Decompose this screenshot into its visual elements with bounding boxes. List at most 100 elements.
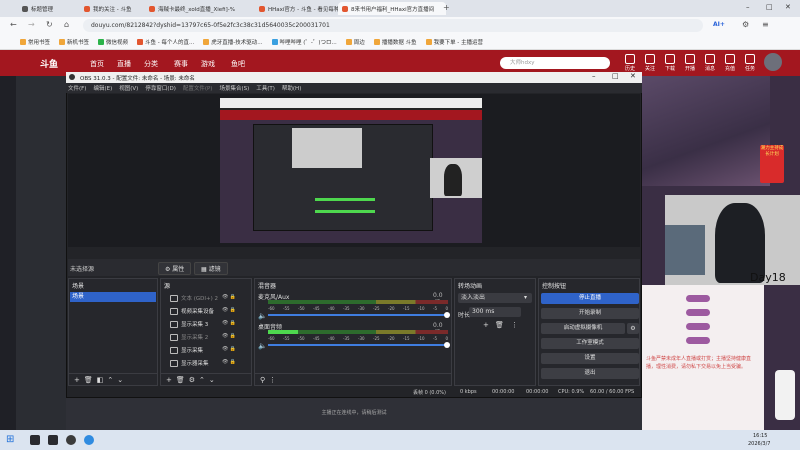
- recharge-icon[interactable]: 充值: [722, 54, 738, 72]
- nav-home[interactable]: 首页: [90, 59, 104, 69]
- transition-select[interactable]: 淡入淡出 ▾: [458, 293, 532, 303]
- task-icon[interactable]: 任务: [742, 54, 758, 72]
- menu-docks[interactable]: 停靠窗口(D): [145, 84, 176, 92]
- source-item[interactable]: 显示采集 3: [170, 318, 250, 330]
- add-icon[interactable]: +: [166, 376, 172, 384]
- ai-button[interactable]: AI+: [713, 21, 725, 28]
- obs-app-icon[interactable]: [66, 435, 76, 445]
- minimize-icon[interactable]: –: [746, 3, 750, 11]
- exit-button[interactable]: 退出: [541, 368, 639, 379]
- start-virtual-camera-button[interactable]: 启动虚拟摄像机: [541, 323, 625, 334]
- follow-icon[interactable]: 关注: [642, 54, 658, 72]
- bookmark-item[interactable]: 播播数据 斗鱼: [373, 38, 417, 46]
- add-icon[interactable]: +: [483, 321, 489, 329]
- reload-icon[interactable]: ↻: [46, 20, 53, 29]
- extensions-icon[interactable]: ⚙: [742, 20, 749, 29]
- app-icon[interactable]: [48, 435, 58, 445]
- chevron-down-icon[interactable]: ⌄: [117, 376, 123, 384]
- settings-button[interactable]: 设置: [541, 353, 639, 364]
- home-icon[interactable]: ⌂: [64, 20, 69, 29]
- nav-games[interactable]: 游戏: [201, 59, 215, 69]
- visibility-lock-icon[interactable]: 👁 🔒: [222, 359, 236, 365]
- filter-icon[interactable]: ◧: [97, 376, 104, 384]
- douyu-search-input[interactable]: 大师hdxy: [500, 57, 610, 69]
- visibility-lock-icon[interactable]: 👁 🔒: [222, 346, 236, 352]
- forward-icon[interactable]: →: [28, 20, 35, 29]
- trash-icon[interactable]: 🗑: [176, 376, 185, 384]
- browser-tab[interactable]: 标题管理: [18, 2, 74, 15]
- browser-tab-active[interactable]: 8来书用户福利_HHaxi官方直播间: [338, 2, 446, 15]
- desktop-volume-handle[interactable]: [444, 342, 450, 348]
- bookmark-item[interactable]: 周边: [345, 38, 365, 46]
- menu-edit[interactable]: 编辑(E): [93, 84, 112, 92]
- obs-close-icon[interactable]: ✕: [630, 72, 636, 80]
- douyu-logo[interactable]: 斗鱼: [40, 57, 58, 70]
- chevron-down-icon[interactable]: ⌄: [209, 376, 215, 384]
- trash-icon[interactable]: 🗑: [84, 376, 93, 384]
- stop-streaming-button[interactable]: 停止直播: [541, 293, 639, 304]
- source-item[interactable]: 显示采集: [170, 344, 250, 356]
- browser-tab[interactable]: 我的关注 - 斗鱼: [80, 2, 143, 15]
- back-icon[interactable]: ←: [10, 20, 17, 29]
- filters-button[interactable]: ▦ 滤镜: [194, 262, 228, 275]
- address-bar[interactable]: douyu.com/8212842?dyshid=13797c65-0f5e2f…: [83, 19, 703, 32]
- avatar[interactable]: [764, 53, 782, 71]
- duration-input[interactable]: 300 ms: [469, 307, 521, 317]
- source-item[interactable]: 视频采集设备: [170, 305, 250, 317]
- menu-view[interactable]: 视图(V): [119, 84, 138, 92]
- floating-toolbar[interactable]: [775, 370, 795, 420]
- speaker-icon[interactable]: 🔈: [258, 312, 267, 320]
- bookmark-item[interactable]: 哔哩哔哩 (゜-゜)つロ...: [271, 38, 337, 46]
- menu-tools[interactable]: 工具(T): [256, 84, 275, 92]
- properties-button[interactable]: ⚙ 属性: [158, 262, 192, 275]
- close-icon[interactable]: ✕: [785, 3, 791, 11]
- start-recording-button[interactable]: 开始录制: [541, 308, 639, 319]
- message-icon[interactable]: 消息: [702, 54, 718, 72]
- bookmark-item[interactable]: 虎牙直播-技术驱动...: [203, 38, 263, 46]
- more-icon[interactable]: ⋮: [269, 376, 276, 384]
- visibility-lock-icon[interactable]: 👁 🔒: [222, 333, 236, 339]
- maximize-icon[interactable]: □: [766, 3, 773, 11]
- source-item[interactable]: 文本 (GDI+) 2: [170, 292, 250, 304]
- browser-app-icon[interactable]: [84, 435, 94, 445]
- obs-maximize-icon[interactable]: □: [612, 72, 619, 80]
- source-item[interactable]: 显示器采集: [170, 357, 250, 369]
- browser-tab[interactable]: HHaxi官方 - 斗鱼 - 看见每种热爱: [255, 2, 345, 15]
- visibility-lock-icon[interactable]: 👁 🔒: [222, 320, 236, 326]
- download-icon[interactable]: 下载: [662, 54, 678, 72]
- visibility-lock-icon[interactable]: 👁 🔒: [222, 307, 236, 313]
- mic-volume-slider[interactable]: [268, 314, 448, 316]
- nav-live[interactable]: 直播: [117, 59, 131, 69]
- bookmark-item[interactable]: 常用书签: [20, 38, 50, 46]
- mic-volume-handle[interactable]: [444, 312, 450, 318]
- scene-item[interactable]: 场景: [70, 292, 156, 302]
- trash-icon[interactable]: 🗑: [495, 321, 504, 329]
- add-icon[interactable]: +: [74, 376, 80, 384]
- nav-events[interactable]: 赛事: [174, 59, 188, 69]
- menu-scene-collection[interactable]: 场景集合(S): [219, 84, 249, 92]
- menu-profile[interactable]: 配置文件(P): [183, 84, 213, 92]
- windows-start-icon[interactable]: ⊞: [6, 434, 14, 445]
- broadcast-icon[interactable]: 开播: [682, 54, 698, 72]
- bookmark-item[interactable]: 新机书签: [59, 38, 89, 46]
- speaker-icon[interactable]: 🔈: [258, 342, 267, 350]
- desktop-volume-slider[interactable]: [268, 344, 448, 346]
- more-icon[interactable]: ⋮: [511, 321, 518, 329]
- menu-file[interactable]: 文件(F): [68, 84, 86, 92]
- virtual-camera-settings-icon[interactable]: ⚙: [627, 323, 639, 334]
- promo-badge[interactable]: 潮力主持成长计划: [760, 145, 784, 183]
- bookmark-item[interactable]: 斗鱼 - 每个人的直...: [137, 38, 194, 46]
- nav-fishbar[interactable]: 鱼吧: [231, 59, 245, 69]
- obs-minimize-icon[interactable]: –: [592, 72, 596, 80]
- menu-icon[interactable]: ≡: [762, 20, 769, 29]
- nav-category[interactable]: 分类: [144, 59, 158, 69]
- bookmark-item[interactable]: 微信视频: [98, 38, 128, 46]
- app-icon[interactable]: [30, 435, 40, 445]
- chevron-up-icon[interactable]: ⌃: [107, 376, 113, 384]
- bookmark-item[interactable]: 我要下单 - 主播运营: [425, 38, 483, 46]
- source-item[interactable]: 显示采集 2: [170, 331, 250, 343]
- gear-icon[interactable]: ⚙: [189, 376, 195, 384]
- menu-help[interactable]: 帮助(H): [282, 84, 301, 92]
- history-icon[interactable]: 历史: [622, 54, 638, 72]
- studio-mode-button[interactable]: 工作室模式: [541, 338, 639, 349]
